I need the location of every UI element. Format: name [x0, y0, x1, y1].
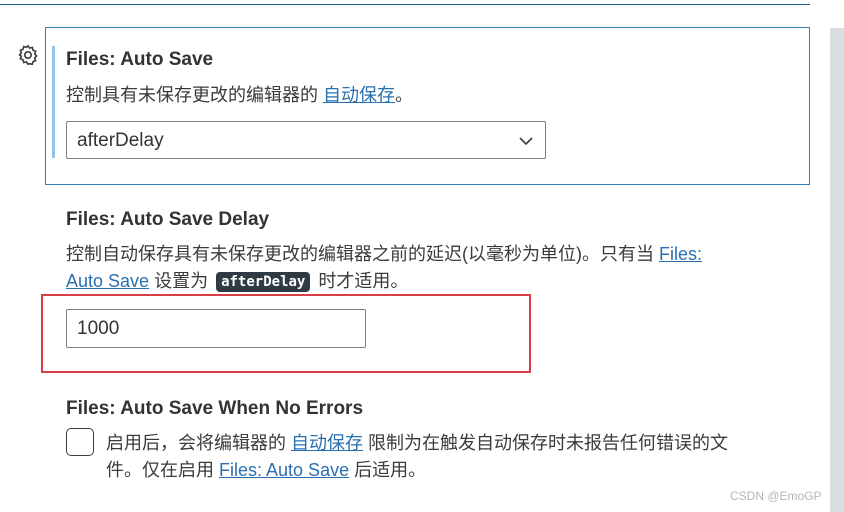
- desc-text: 启用后，会将编辑器的: [106, 433, 291, 453]
- desc-text: 时才适用。: [313, 271, 409, 291]
- files-auto-save-link[interactable]: Files:: [659, 244, 702, 264]
- auto-save-link[interactable]: 自动保存: [323, 85, 395, 105]
- desc-text: 控制自动保存具有未保存更改的编辑器之前的延迟(以毫秒为单位)。只有当: [66, 244, 659, 264]
- setting-title-auto-save-no-errors: Files: Auto Save When No Errors: [66, 398, 364, 419]
- settings-page: Files: Auto Save 控制具有未保存更改的编辑器的 自动保存。 af…: [0, 0, 844, 512]
- vertical-scrollbar[interactable]: [830, 28, 844, 512]
- files-auto-save-link[interactable]: Files: Auto Save: [219, 460, 349, 480]
- setting-desc-auto-save-delay-line2: Auto Save 设置为 afterDelay 时才适用。: [66, 268, 408, 294]
- desc-text: 控制具有未保存更改的编辑器的: [66, 85, 323, 105]
- desc-text: 设置为: [149, 271, 214, 291]
- after-delay-code-chip: afterDelay: [216, 272, 311, 292]
- gear-icon[interactable]: [16, 43, 40, 67]
- chevron-down-icon: [519, 137, 533, 146]
- desc-text: 件。仅在启用: [106, 460, 220, 480]
- auto-save-select[interactable]: afterDelay: [66, 121, 546, 159]
- setting-desc-auto-save: 控制具有未保存更改的编辑器的 自动保存。: [66, 82, 413, 108]
- setting-desc-no-errors-line1: 启用后，会将编辑器的 自动保存 限制为在触发自动保存时未报告任何错误的文: [106, 430, 728, 456]
- top-divider: [0, 4, 810, 5]
- desc-text: 限制为在触发自动保存时未报告任何错误的文: [363, 433, 728, 453]
- setting-desc-no-errors-line2: 件。仅在启用 Files: Auto Save 后适用。: [106, 457, 426, 483]
- desc-text: 。: [395, 85, 413, 105]
- setting-desc-auto-save-delay-line1: 控制自动保存具有未保存更改的编辑器之前的延迟(以毫秒为单位)。只有当 Files…: [66, 241, 702, 267]
- auto-save-link[interactable]: 自动保存: [291, 433, 363, 453]
- setting-title-auto-save: Files: Auto Save: [66, 49, 214, 70]
- auto-save-select-value: afterDelay: [77, 130, 164, 151]
- auto-save-no-errors-checkbox[interactable]: [66, 428, 94, 456]
- watermark: CSDN @EmoGP: [730, 489, 822, 503]
- setting-title-auto-save-delay: Files: Auto Save Delay: [66, 209, 270, 230]
- setting-modified-indicator: [52, 46, 55, 158]
- desc-text: 后适用。: [349, 460, 427, 480]
- files-auto-save-link[interactable]: Auto Save: [66, 271, 149, 291]
- auto-save-delay-input[interactable]: [66, 309, 366, 348]
